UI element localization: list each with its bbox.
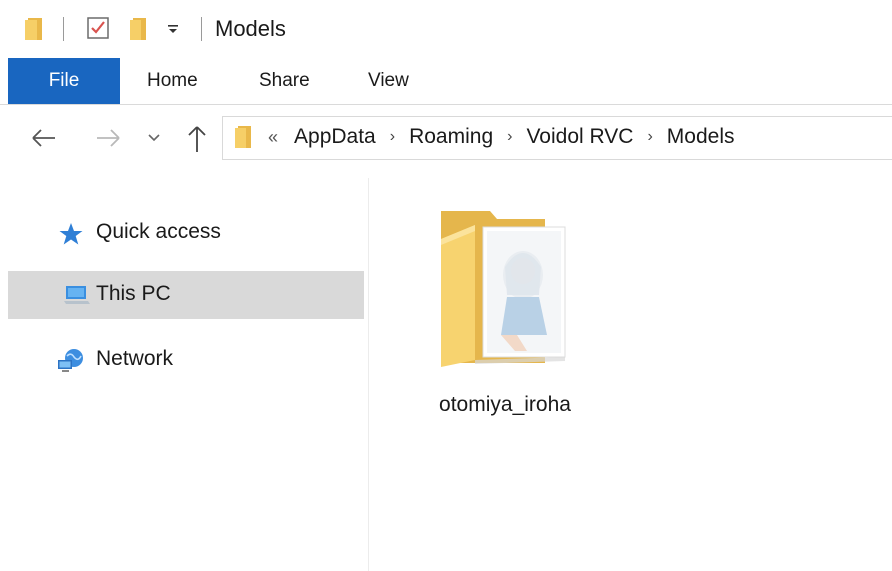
tab-file[interactable]: File	[8, 58, 120, 104]
breadcrumb-appdata[interactable]: AppData	[294, 125, 376, 149]
folder-item[interactable]: otomiya_iroha	[420, 205, 590, 425]
up-arrow-icon[interactable]	[185, 124, 209, 159]
chevron-down-icon[interactable]	[146, 130, 162, 151]
chevron-right-icon[interactable]: ›	[390, 128, 395, 146]
folder-with-image-thumbnail-icon	[435, 205, 580, 375]
sidebar-item-label: This PC	[96, 282, 171, 305]
navigation-pane: Quick access This PC Network	[0, 178, 369, 571]
tab-home[interactable]: Home	[147, 70, 198, 92]
sidebar-item-network[interactable]: Network	[8, 336, 364, 384]
forward-arrow-icon[interactable]	[94, 126, 122, 155]
chevron-right-icon[interactable]: ›	[507, 128, 512, 146]
breadcrumb: « AppData › Roaming › Voidol RVC › Model…	[268, 125, 735, 149]
new-folder-icon[interactable]	[128, 16, 150, 47]
title-bar: Models	[0, 0, 892, 56]
network-icon	[58, 348, 86, 379]
sidebar-item-label: Quick access	[96, 220, 221, 243]
back-arrow-icon[interactable]	[30, 126, 58, 155]
chevron-right-icon[interactable]: ›	[647, 128, 652, 146]
address-bar[interactable]: « AppData › Roaming › Voidol RVC › Model…	[222, 116, 892, 160]
folder-name: otomiya_iroha	[439, 393, 571, 416]
tab-share[interactable]: Share	[259, 70, 310, 92]
ribbon: File Home Share View	[0, 58, 892, 105]
customize-dropdown-icon[interactable]	[166, 20, 180, 43]
computer-icon	[64, 285, 90, 310]
breadcrumb-overflow[interactable]: «	[268, 127, 278, 148]
sidebar-item-quick-access[interactable]: Quick access	[8, 209, 364, 257]
breadcrumb-voidol-rvc[interactable]: Voidol RVC	[526, 125, 633, 149]
toolbar-separator	[63, 17, 64, 41]
properties-checkbox-icon[interactable]	[86, 15, 110, 46]
star-icon	[58, 221, 84, 252]
folder-icon	[233, 124, 255, 155]
folder-icon[interactable]	[22, 16, 46, 47]
sidebar-item-label: Network	[96, 347, 174, 370]
window-title: Models	[215, 16, 286, 41]
breadcrumb-models[interactable]: Models	[667, 125, 735, 149]
sidebar-item-this-pc[interactable]: This PC	[8, 271, 364, 319]
toolbar-separator	[201, 17, 202, 41]
tab-view[interactable]: View	[368, 70, 409, 92]
breadcrumb-roaming[interactable]: Roaming	[409, 125, 493, 149]
